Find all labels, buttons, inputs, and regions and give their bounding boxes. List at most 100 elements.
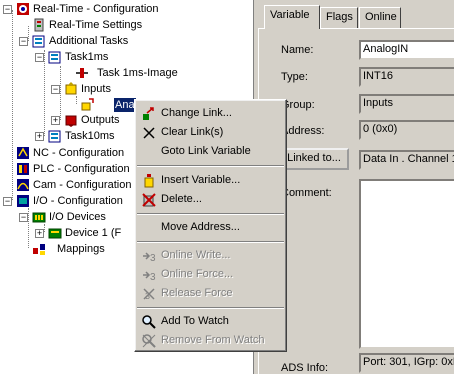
clear-links-icon bbox=[143, 127, 155, 139]
comment-label: Comment: bbox=[281, 187, 332, 199]
menu-goto-link[interactable]: Goto Link Variable bbox=[137, 142, 284, 161]
tree-item-label: Device 1 (F bbox=[65, 227, 122, 239]
online-force-icon: 3 bbox=[143, 271, 156, 283]
menu-item-label: Move Address... bbox=[161, 221, 240, 233]
expand-toggle[interactable]: + bbox=[51, 116, 60, 125]
tree-item-label: Ana bbox=[114, 98, 136, 112]
device-icon bbox=[48, 228, 62, 239]
tree-item-task1ms-image[interactable]: Task 1ms-Image bbox=[0, 65, 253, 81]
task-icon bbox=[48, 130, 61, 143]
ads-info-field: Port: 301, IGrp: 0xF0 bbox=[359, 353, 454, 373]
collapse-toggle[interactable]: − bbox=[3, 5, 12, 14]
tree-item-realtime-settings[interactable]: Real-Time Settings bbox=[0, 17, 253, 33]
plc-config-icon bbox=[17, 163, 29, 175]
svg-text:3: 3 bbox=[150, 253, 156, 264]
tree-item-realtime-config[interactable]: − Real-Time - Configuration bbox=[0, 1, 253, 17]
menu-remove-watch: Remove From Watch bbox=[137, 331, 284, 350]
input-variable-icon bbox=[81, 98, 94, 111]
context-menu: Change Link... Clear Link(s) Goto Link V… bbox=[134, 99, 287, 352]
tab-variable[interactable]: Variable bbox=[264, 5, 320, 29]
outputs-icon bbox=[65, 115, 77, 127]
menu-item-label: Remove From Watch bbox=[161, 334, 265, 346]
properties-panel: Variable Flags Online Name: AnalogIN Typ… bbox=[258, 0, 454, 374]
tree-item-label: NC - Configuration bbox=[33, 147, 125, 159]
menu-separator bbox=[137, 241, 284, 243]
tab-online[interactable]: Online bbox=[359, 7, 401, 28]
io-config-icon bbox=[17, 195, 29, 207]
nc-config-icon bbox=[17, 147, 29, 159]
tree-item-inputs[interactable]: − Inputs bbox=[0, 81, 253, 97]
io-devices-icon bbox=[32, 212, 46, 223]
collapse-toggle[interactable]: − bbox=[3, 197, 12, 206]
cam-config-icon bbox=[17, 179, 29, 191]
expand-toggle[interactable]: + bbox=[35, 132, 44, 141]
collapse-toggle[interactable]: − bbox=[19, 213, 28, 222]
tree-item-label: Task10ms bbox=[65, 130, 115, 142]
menu-item-label: Add To Watch bbox=[161, 315, 229, 327]
type-label: Type: bbox=[281, 71, 308, 83]
name-label: Name: bbox=[281, 44, 314, 56]
realtime-config-icon bbox=[17, 3, 29, 15]
menu-separator bbox=[137, 307, 284, 309]
name-field[interactable]: AnalogIN bbox=[359, 40, 454, 60]
menu-separator bbox=[137, 213, 284, 215]
tree-item-label: Inputs bbox=[81, 83, 111, 95]
tree-item-label: I/O - Configuration bbox=[33, 195, 123, 207]
collapse-toggle[interactable]: − bbox=[51, 85, 60, 94]
expand-toggle[interactable]: + bbox=[35, 229, 44, 238]
tab-flags[interactable]: Flags bbox=[320, 7, 358, 28]
change-link-icon bbox=[143, 107, 154, 120]
settings-icon bbox=[34, 18, 44, 32]
variable-tab-panel: Name: AnalogIN Type: INT16 Group: Inputs… bbox=[258, 28, 454, 374]
menu-item-label: Online Force... bbox=[161, 268, 234, 280]
menu-item-label: Online Write... bbox=[161, 249, 231, 261]
ads-info-label: ADS Info: bbox=[281, 362, 329, 374]
group-field: Inputs bbox=[359, 94, 454, 114]
menu-item-label: Clear Link(s) bbox=[161, 126, 224, 138]
tree-item-label: Mappings bbox=[57, 243, 105, 255]
type-field: INT16 bbox=[359, 67, 454, 87]
collapse-toggle[interactable]: − bbox=[19, 37, 28, 46]
tree-item-label: PLC - Configuration bbox=[33, 163, 130, 175]
menu-move-address[interactable]: Move Address... bbox=[137, 218, 284, 237]
address-label: Address: bbox=[281, 125, 325, 137]
insert-variable-icon bbox=[144, 174, 154, 188]
tree-item-label: Cam - Configuration bbox=[33, 179, 132, 191]
menu-online-force: 3 Online Force... bbox=[137, 265, 284, 284]
menu-insert-variable[interactable]: Insert Variable... bbox=[137, 171, 284, 190]
menu-item-label: Insert Variable... bbox=[161, 174, 241, 186]
tree-item-label: I/O Devices bbox=[49, 211, 106, 223]
menu-add-watch[interactable]: Add To Watch bbox=[137, 312, 284, 331]
menu-release-force: 3 Release Force bbox=[137, 284, 284, 303]
linked-field: Data In . Channel 1 bbox=[359, 150, 454, 170]
svg-text:3: 3 bbox=[145, 291, 150, 301]
address-field: 0 (0x0) bbox=[359, 120, 454, 140]
comment-field[interactable] bbox=[359, 179, 454, 349]
tree-item-label: Task 1ms-Image bbox=[97, 67, 178, 79]
menu-item-label: Release Force bbox=[161, 287, 233, 299]
menu-delete[interactable]: Delete... bbox=[137, 190, 284, 209]
tree-item-label: Task1ms bbox=[65, 51, 109, 63]
menu-clear-links[interactable]: Clear Link(s) bbox=[137, 123, 284, 142]
tree-item-label: Real-Time - Configuration bbox=[33, 3, 159, 15]
task-folder-icon bbox=[32, 35, 45, 48]
online-write-icon: 3 bbox=[143, 252, 156, 264]
task-icon bbox=[48, 51, 61, 64]
task-image-icon bbox=[76, 68, 88, 78]
linked-to-button[interactable]: Linked to... bbox=[279, 148, 349, 170]
tree-item-additional-tasks[interactable]: − Additional Tasks bbox=[0, 33, 253, 49]
tab-label: Flags bbox=[326, 11, 353, 23]
collapse-toggle[interactable]: − bbox=[35, 53, 44, 62]
menu-item-label: Goto Link Variable bbox=[161, 145, 251, 157]
remove-watch-icon bbox=[142, 334, 156, 348]
menu-item-label: Change Link... bbox=[161, 107, 232, 119]
tree-item-label: Outputs bbox=[81, 114, 120, 126]
menu-change-link[interactable]: Change Link... bbox=[137, 104, 284, 123]
inputs-icon bbox=[65, 82, 77, 95]
menu-item-label: Delete... bbox=[161, 193, 202, 205]
tab-label: Variable bbox=[270, 9, 310, 21]
tree-item-label: Additional Tasks bbox=[49, 35, 129, 47]
tab-label: Online bbox=[365, 11, 397, 23]
tree-item-task1ms[interactable]: − Task1ms bbox=[0, 49, 253, 65]
magnifier-icon bbox=[142, 315, 156, 329]
